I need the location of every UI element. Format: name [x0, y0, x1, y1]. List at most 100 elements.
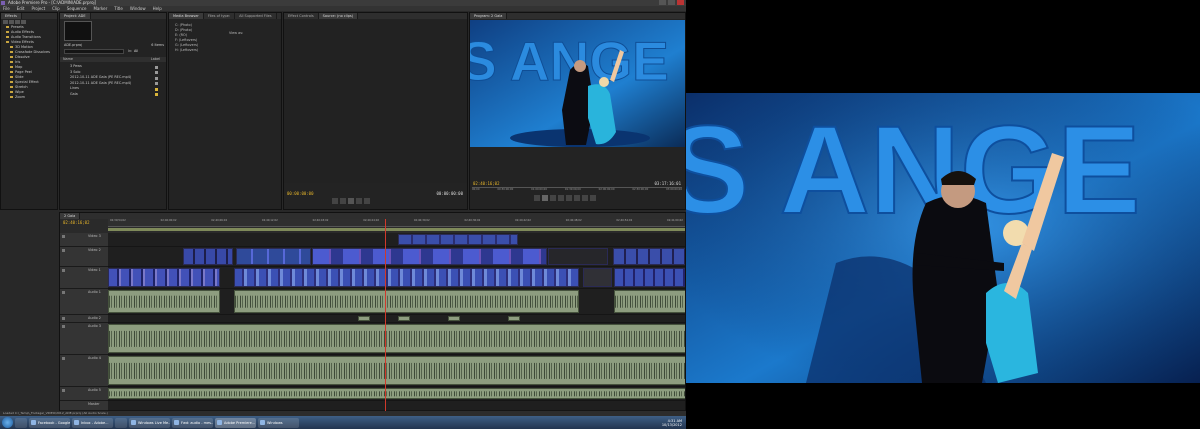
eye-icon[interactable]: [62, 249, 65, 252]
playhead[interactable]: [385, 219, 386, 411]
close-button[interactable]: [677, 0, 684, 5]
video-clip[interactable]: [613, 248, 685, 265]
speaker-icon[interactable]: [62, 357, 65, 360]
track-audio5[interactable]: [108, 387, 685, 401]
speaker-icon[interactable]: [62, 389, 65, 392]
track-header-master[interactable]: Master: [60, 401, 108, 411]
tab-effect-controls[interactable]: Effect Controls: [284, 13, 319, 19]
tab-program[interactable]: Program: 2 Gala: [470, 13, 508, 19]
loop-button[interactable]: [558, 195, 564, 201]
safe-margins-button[interactable]: [566, 195, 572, 201]
video-clip[interactable]: [548, 248, 608, 265]
eye-icon[interactable]: [62, 269, 65, 272]
yuv-icon[interactable]: [21, 20, 26, 24]
taskbar-item[interactable]: Adobe Premiere...: [215, 417, 256, 428]
track-header-audio4[interactable]: Audio 4: [60, 355, 108, 387]
taskbar-item[interactable]: Fwd: audio - mes...: [172, 417, 213, 428]
track-header-video3[interactable]: Video 3: [60, 233, 108, 247]
audio-clip[interactable]: [108, 356, 685, 385]
effects-item-zoom[interactable]: Zoom: [1, 95, 57, 100]
video-clip[interactable]: [398, 234, 518, 245]
taskbar-item[interactable]: Windows Live Me...: [129, 417, 170, 428]
photoshop-icon[interactable]: [115, 417, 127, 428]
audio-clip[interactable]: [448, 316, 460, 321]
track-video3[interactable]: [108, 233, 685, 247]
insert-button[interactable]: [356, 198, 362, 204]
mark-out-button[interactable]: [340, 198, 346, 204]
speaker-icon[interactable]: [62, 291, 65, 294]
project-item[interactable]: Gala: [60, 92, 166, 98]
audio-clip[interactable]: [398, 316, 410, 321]
video-clip[interactable]: [614, 268, 685, 287]
menu-help[interactable]: Help: [153, 6, 162, 11]
audio-clip[interactable]: [108, 290, 220, 313]
tab-media-browser[interactable]: Media Browser: [169, 13, 204, 19]
accelerated-icon[interactable]: [9, 20, 14, 24]
export-frame-button[interactable]: [590, 195, 596, 201]
video-clip[interactable]: [108, 268, 220, 287]
menu-clip[interactable]: Clip: [52, 6, 60, 11]
video-clip[interactable]: [183, 248, 233, 265]
lift-button[interactable]: [574, 195, 580, 201]
video-clip[interactable]: [312, 248, 547, 265]
start-button[interactable]: [2, 417, 13, 428]
32bit-icon[interactable]: [15, 20, 20, 24]
program-ruler[interactable]: 00;00 00:30:00;00 01:00:00;00 01:30:00;0…: [472, 187, 682, 192]
taskbar-item[interactable]: Facebook - Google...: [29, 417, 70, 428]
audio-clip[interactable]: [108, 324, 685, 353]
track-header-video1[interactable]: Video 1: [60, 267, 108, 289]
overwrite-button[interactable]: [364, 198, 370, 204]
track-header-audio5[interactable]: Audio 5: [60, 387, 108, 401]
taskbar-item[interactable]: Inbox - Adobe...: [72, 417, 113, 428]
track-video2[interactable]: [108, 247, 685, 267]
audio-clip[interactable]: [508, 316, 520, 321]
source-timecode[interactable]: 00:00:00:00: [287, 191, 314, 196]
track-audio3[interactable]: [108, 323, 685, 355]
menu-sequence[interactable]: Sequence: [67, 6, 87, 11]
audio-clip[interactable]: [614, 290, 685, 313]
menu-file[interactable]: File: [3, 6, 10, 11]
step-forward-button[interactable]: [550, 195, 556, 201]
tab-source[interactable]: Source: (no clips): [318, 13, 359, 19]
audio-clip[interactable]: [234, 290, 579, 313]
play-button[interactable]: [348, 198, 354, 204]
menu-project[interactable]: Project: [31, 6, 45, 11]
track-header-video2[interactable]: Video 2: [60, 247, 108, 267]
tab-effects[interactable]: Effects: [1, 13, 22, 19]
track-audio1[interactable]: [108, 289, 685, 315]
menu-edit[interactable]: Edit: [17, 6, 25, 11]
track-header-audio1[interactable]: Audio 1: [60, 289, 108, 315]
audio-clip[interactable]: [358, 316, 370, 321]
column-name[interactable]: Name: [63, 57, 73, 62]
chrome-icon[interactable]: [15, 417, 27, 428]
audio-clip[interactable]: [108, 388, 685, 399]
track-audio2[interactable]: [108, 315, 685, 323]
track-master[interactable]: [108, 401, 685, 411]
tab-sequence[interactable]: 2 Gala: [60, 213, 81, 219]
play-stop-button[interactable]: [542, 195, 548, 201]
project-search-input[interactable]: [64, 49, 124, 54]
minimize-button[interactable]: [659, 0, 666, 5]
drive-item[interactable]: H: (Leftovers): [169, 48, 227, 53]
files-of-type-select[interactable]: All Supported Files: [235, 13, 277, 19]
extract-button[interactable]: [582, 195, 588, 201]
menu-window[interactable]: Window: [130, 6, 146, 11]
track-header-audio3[interactable]: Audio 3: [60, 323, 108, 355]
mark-in-button[interactable]: [332, 198, 338, 204]
track-header-audio2[interactable]: Audio 2: [60, 315, 108, 323]
program-timecode[interactable]: 02:40:16;02: [473, 181, 500, 186]
timeline-timecode[interactable]: 02:40:16;02: [63, 220, 90, 225]
column-label[interactable]: Label: [151, 57, 160, 62]
taskbar-item[interactable]: Windows: [258, 417, 299, 428]
video-clip[interactable]: [583, 268, 612, 287]
speaker-icon[interactable]: [62, 317, 65, 320]
timeline-ruler[interactable]: 02;39;54;02 02;40;00;02 02;40;06;02 02;4…: [108, 219, 685, 227]
search-icon[interactable]: [3, 20, 8, 24]
maximize-button[interactable]: [668, 0, 675, 5]
video-clip[interactable]: [234, 268, 579, 287]
menu-title[interactable]: Title: [114, 6, 123, 11]
system-tray[interactable]: 4:31 AM 10/13/2012: [662, 419, 686, 427]
step-back-button[interactable]: [534, 195, 540, 201]
tab-project[interactable]: Project: ADE: [60, 13, 91, 19]
video-clip[interactable]: [236, 248, 311, 265]
